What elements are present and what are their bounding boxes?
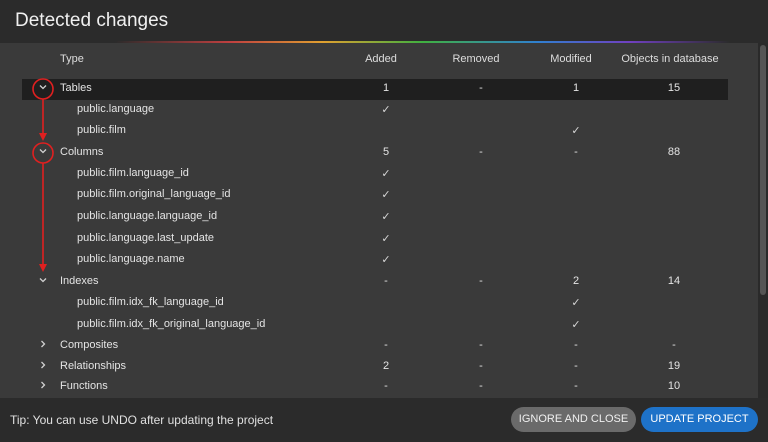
row-objects-value: 14 <box>667 275 681 287</box>
row-name: Composites <box>60 339 119 351</box>
check-icon: ✓ <box>571 297 581 309</box>
row-modified-value: - <box>574 146 578 158</box>
row-removed-value: - <box>479 339 483 351</box>
tree-group-row[interactable]: Relationships 2 - - 19 <box>22 357 728 378</box>
tree-group-row[interactable]: Tables 1 - 1 15 <box>22 79 728 100</box>
chevron-right-icon[interactable] <box>34 357 52 378</box>
row-name: Columns <box>60 146 104 158</box>
tree-item-row[interactable]: public.film.language_id ✓ <box>22 164 728 185</box>
chevron-right-icon[interactable] <box>34 377 52 398</box>
row-name: public.language.name <box>77 253 185 265</box>
tree-item-row[interactable]: public.film.original_language_id ✓ <box>22 185 728 206</box>
row-name: public.film.idx_fk_original_language_id <box>77 318 266 330</box>
column-header-objects[interactable]: Objects in database <box>610 53 730 65</box>
row-modified-value: 1 <box>572 82 580 94</box>
row-name: public.language <box>77 103 155 115</box>
row-name: public.language.last_update <box>77 232 215 244</box>
chevron-right-icon[interactable] <box>34 336 52 357</box>
check-icon: ✓ <box>381 168 391 180</box>
check-icon: ✓ <box>571 319 581 331</box>
row-name: public.film.language_id <box>77 167 189 179</box>
tree-item-row[interactable]: public.language.name ✓ <box>22 250 728 271</box>
dialog-footer: Tip: You can use UNDO after updating the… <box>0 398 768 442</box>
row-name: public.film.original_language_id <box>77 188 231 200</box>
tree-item-row[interactable]: public.language.language_id ✓ <box>22 207 728 228</box>
row-objects-value: 15 <box>667 82 681 94</box>
row-objects-value: 10 <box>667 380 681 392</box>
check-icon: ✓ <box>381 254 391 266</box>
row-name: Functions <box>60 380 108 392</box>
update-project-button[interactable]: UPDATE PROJECT <box>641 407 758 432</box>
row-name: public.language.language_id <box>77 210 218 222</box>
row-objects-value: 19 <box>667 360 681 372</box>
check-icon: ✓ <box>381 189 391 201</box>
row-removed-value: - <box>479 82 483 94</box>
tree-group-row[interactable]: Columns 5 - - 88 <box>22 143 728 164</box>
tree-item-row[interactable]: public.film.idx_fk_language_id ✓ <box>22 293 728 314</box>
chevron-down-icon[interactable] <box>34 79 52 100</box>
row-added-value: 2 <box>382 360 390 372</box>
dialog-titlebar: Detected changes <box>0 0 768 42</box>
check-icon: ✓ <box>381 211 391 223</box>
column-header-modified[interactable]: Modified <box>521 53 621 65</box>
row-added-value: - <box>384 275 388 287</box>
row-added-value: 5 <box>382 146 390 158</box>
tree-group-row[interactable]: Indexes - - 2 14 <box>22 272 728 293</box>
row-added-value: - <box>384 339 388 351</box>
row-added-value: 1 <box>382 82 390 94</box>
row-name: public.film.idx_fk_language_id <box>77 296 224 308</box>
column-header-removed[interactable]: Removed <box>426 53 526 65</box>
row-modified-value: - <box>574 339 578 351</box>
chevron-down-icon[interactable] <box>34 272 52 293</box>
row-modified-value: - <box>574 380 578 392</box>
ignore-and-close-button[interactable]: IGNORE AND CLOSE <box>511 407 636 432</box>
tree-group-row[interactable]: Composites - - - - <box>22 336 728 357</box>
row-removed-value: - <box>479 275 483 287</box>
column-header-type[interactable]: Type <box>60 53 84 65</box>
row-removed-value: - <box>479 360 483 372</box>
tree-item-row[interactable]: public.language ✓ <box>22 100 728 121</box>
row-removed-value: - <box>479 146 483 158</box>
row-name: Indexes <box>60 275 99 287</box>
tip-text: Tip: You can use UNDO after updating the… <box>10 413 274 427</box>
tree-item-row[interactable]: public.language.last_update ✓ <box>22 229 728 250</box>
row-name: Relationships <box>60 360 127 372</box>
tree-group-row[interactable]: Functions - - - 10 <box>22 377 728 398</box>
row-added-value: - <box>384 380 388 392</box>
row-objects-value: - <box>672 339 676 351</box>
scrollbar-thumb[interactable] <box>760 45 766 295</box>
check-icon: ✓ <box>381 233 391 245</box>
row-name: public.film <box>77 124 126 136</box>
row-modified-value: 2 <box>572 275 580 287</box>
row-removed-value: - <box>479 380 483 392</box>
row-modified-value: - <box>574 360 578 372</box>
check-icon: ✓ <box>571 125 581 137</box>
row-name: Tables <box>60 82 92 94</box>
dialog-title: Detected changes <box>15 10 169 31</box>
tree-item-row[interactable]: public.film.idx_fk_original_language_id ✓ <box>22 315 728 336</box>
chevron-down-icon[interactable] <box>34 143 52 164</box>
tree-item-row[interactable]: public.film ✓ <box>22 121 728 142</box>
column-header-added[interactable]: Added <box>331 53 431 65</box>
check-icon: ✓ <box>381 104 391 116</box>
row-objects-value: 88 <box>667 146 681 158</box>
